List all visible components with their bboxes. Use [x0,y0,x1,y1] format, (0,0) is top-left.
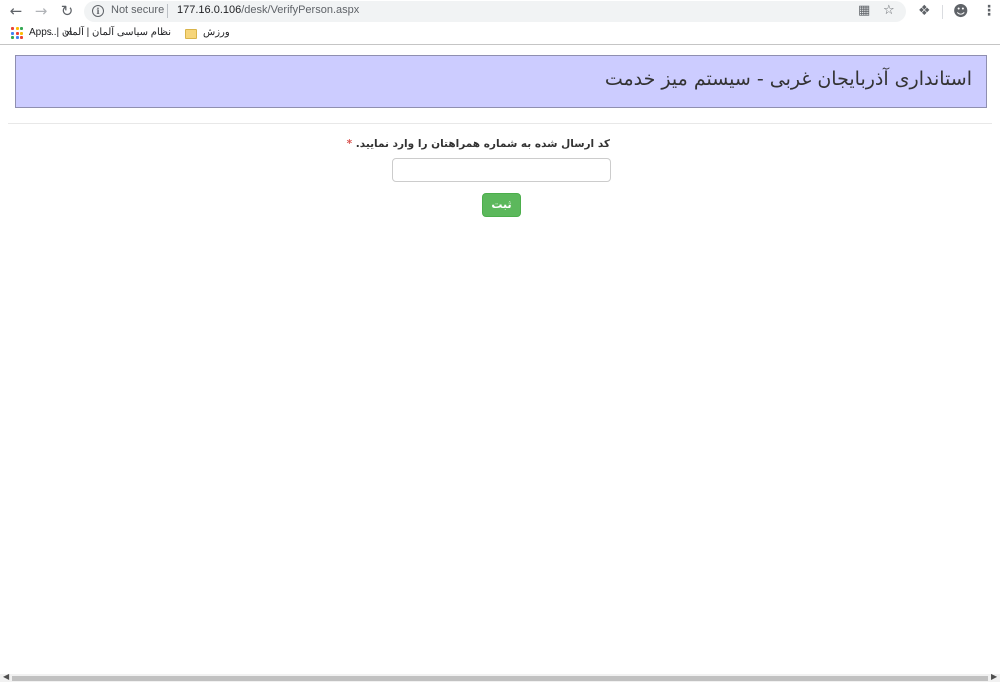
required-mark: * [346,138,353,150]
apps-dot [20,36,23,39]
info-icon[interactable]: i [92,5,104,17]
verification-code-input[interactable] [392,158,611,182]
address-bar[interactable]: i Not secure 177.16.0.106/desk/VerifyPer… [84,1,906,22]
url-divider [167,4,168,18]
extension-icon[interactable]: ❖ [918,2,931,20]
security-label[interactable]: Not secure [111,4,164,16]
scrollbar-thumb[interactable] [12,676,988,681]
url-host: 177.16.0.106 [177,4,242,16]
forward-icon[interactable]: → [31,2,51,20]
apps-dot [15,31,19,35]
apps-dot [11,36,14,39]
url-path: /desk/VerifyPerson.aspx [241,4,360,16]
reload-icon[interactable]: ↻ [57,2,77,20]
bookmark-german-politics[interactable]: نظام سیاسی آلمان | آلمان |... [48,27,171,38]
submit-button[interactable]: ثبت [482,193,521,217]
apps-dot [15,27,19,30]
toolbar-divider [942,5,943,19]
apps-dot [11,31,14,35]
folder-icon [185,29,197,39]
translate-icon[interactable]: ▦ [858,3,870,19]
profile-icon[interactable]: ☻ [953,2,969,20]
code-field-label: کد ارسال شده به شماره همراهتان را وارد ن… [347,138,610,150]
code-field-label-text: کد ارسال شده به شماره همراهتان را وارد ن… [355,138,610,150]
divider [8,123,992,124]
bookmark-sport[interactable]: ورزش [203,27,230,38]
url-text[interactable]: 177.16.0.106/desk/VerifyPerson.aspx [177,4,359,16]
apps-grid-icon[interactable] [11,27,23,39]
page-title: استانداری آذربایجان غربی - سیستم میز خدم… [604,68,972,90]
apps-dot [20,27,23,30]
bookmarks-bar: Apps ∞ نظام سیاسی آلمان | آلمان |... ورز… [0,23,1000,45]
bookmark-star-icon[interactable]: ☆ [883,3,895,19]
horizontal-scrollbar[interactable]: ◀ ▶ [0,672,1000,682]
back-icon[interactable]: ← [6,2,26,20]
header-panel: استانداری آذربایجان غربی - سیستم میز خدم… [15,55,987,108]
scroll-right-icon[interactable]: ▶ [991,672,997,682]
browser-toolbar: ← → ↻ i Not secure 177.16.0.106/desk/Ver… [0,0,1000,23]
menu-kebab-icon[interactable]: ⋮ [982,2,996,20]
apps-dot [20,31,23,35]
apps-dot [15,36,19,39]
apps-dot [11,27,14,30]
scroll-left-icon[interactable]: ◀ [3,672,9,682]
